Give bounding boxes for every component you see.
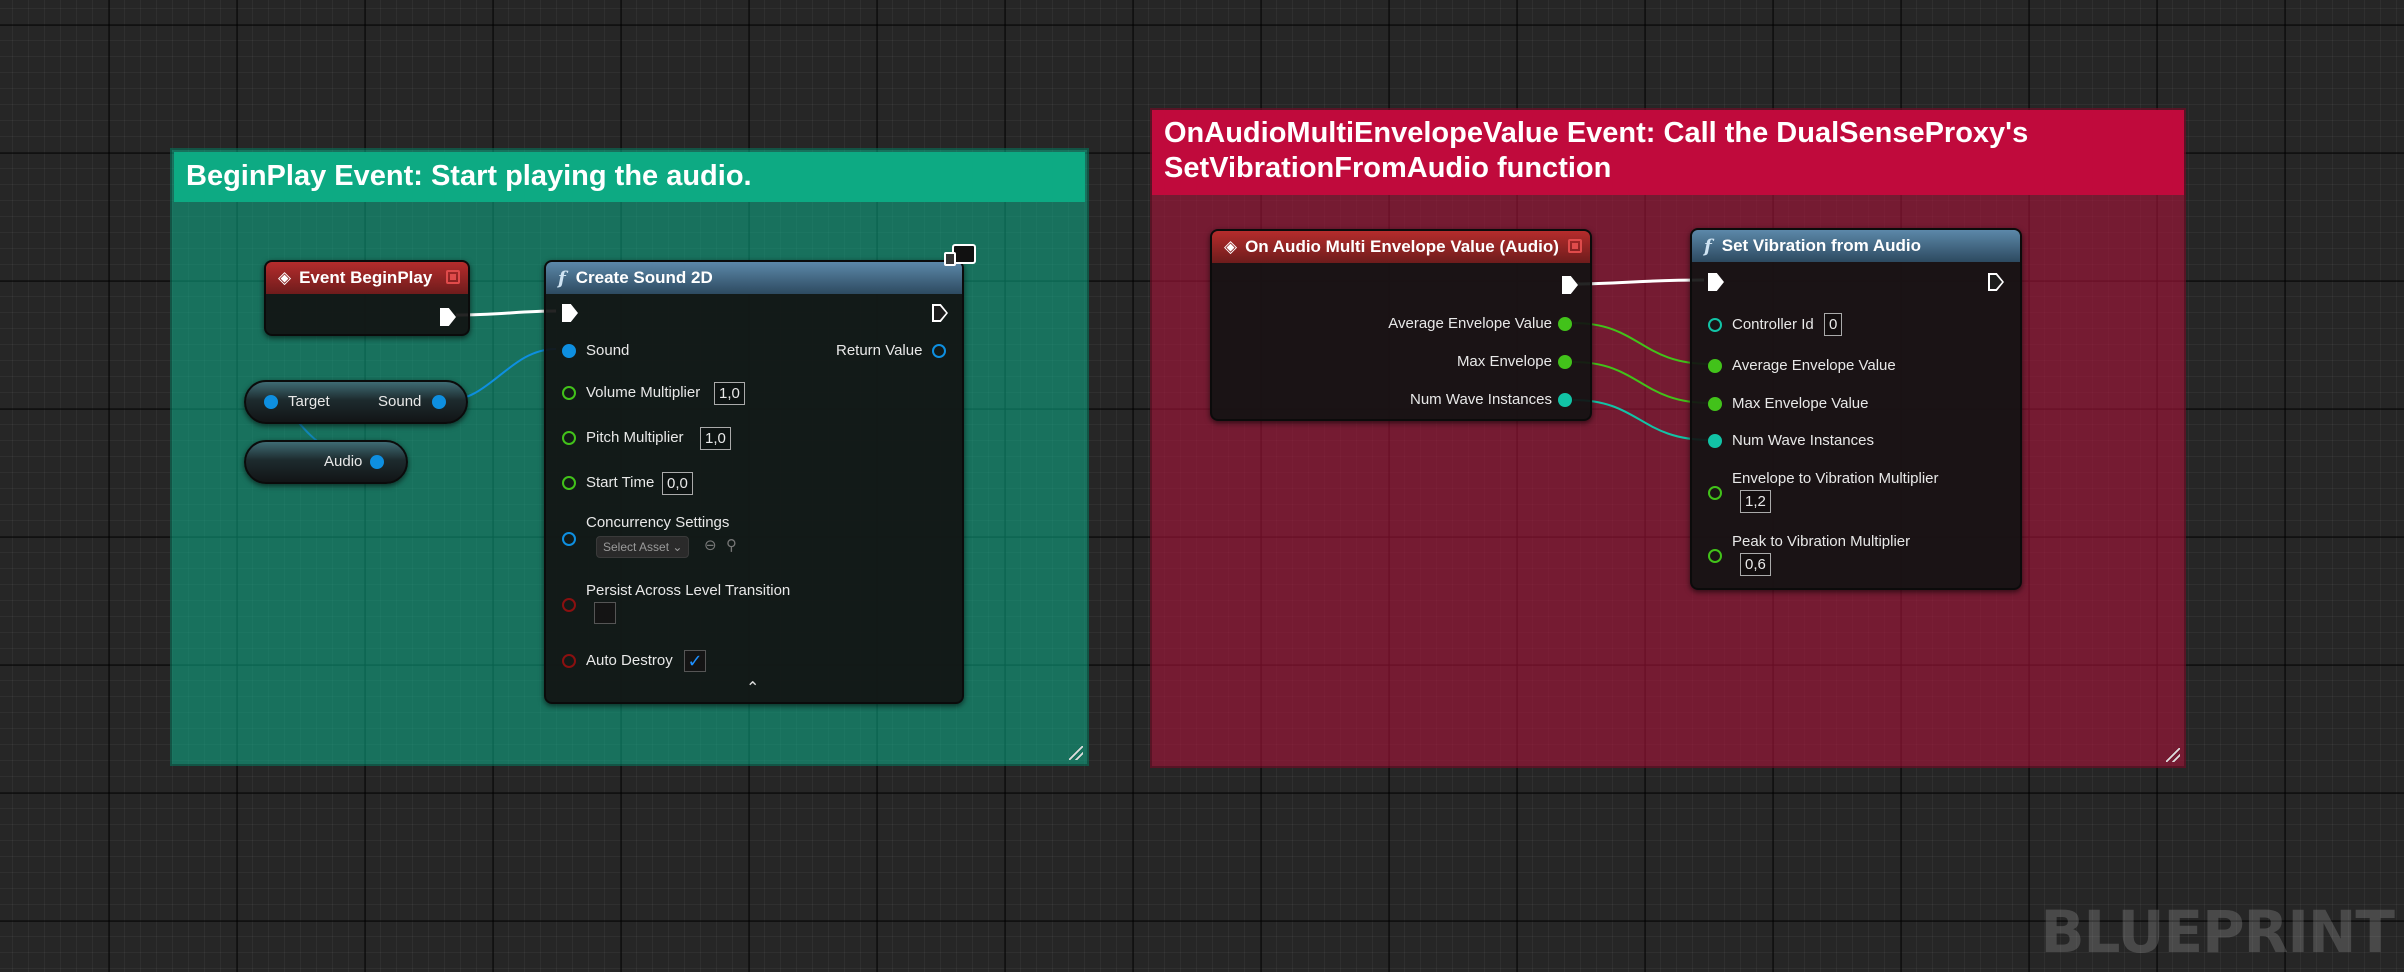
- delegate-icon[interactable]: [1568, 239, 1582, 253]
- persist-label: Persist Across Level Transition: [586, 582, 791, 599]
- num-wave-instances-pin[interactable]: [1558, 393, 1572, 407]
- average-envelope-input-label: Average Envelope Value: [1732, 357, 1896, 374]
- average-envelope-pin[interactable]: [1558, 317, 1572, 331]
- average-envelope-input-pin[interactable]: [1708, 359, 1722, 373]
- sound-input-pin[interactable]: [562, 344, 576, 358]
- node-event-begin-play[interactable]: ◈ Event BeginPlay: [264, 260, 470, 336]
- sound-label: Sound: [378, 393, 422, 410]
- event-diamond-icon: ◈: [1224, 237, 1238, 256]
- comment-title-begin-play[interactable]: BeginPlay Event: Start playing the audio…: [174, 152, 1085, 202]
- node-header[interactable]: f Create Sound 2D: [546, 262, 962, 294]
- pitch-multiplier-pin[interactable]: [562, 431, 576, 445]
- node-title: On Audio Multi Envelope Value (Audio): [1245, 237, 1559, 256]
- use-selected-asset-icon[interactable]: ⊖: [704, 536, 717, 554]
- latent-monitor-icon: [944, 242, 978, 272]
- function-icon: f: [558, 267, 566, 289]
- volume-multiplier-pin[interactable]: [562, 386, 576, 400]
- audio-label: Audio: [324, 453, 363, 470]
- peak-to-vib-field[interactable]: 0,6: [1740, 553, 1771, 576]
- start-time-field[interactable]: 0,0: [662, 472, 693, 495]
- env-to-vib-label: Envelope to Vibration Multiplier: [1732, 470, 1939, 487]
- node-title: Create Sound 2D: [575, 268, 713, 287]
- node-get-sound[interactable]: Target Sound: [244, 380, 468, 424]
- target-input-pin[interactable]: [264, 395, 278, 409]
- sound-output-pin[interactable]: [432, 395, 446, 409]
- start-time-pin[interactable]: [562, 476, 576, 490]
- function-icon: f: [1704, 235, 1712, 257]
- auto-destroy-checkbox[interactable]: ✓: [684, 650, 706, 672]
- pitch-multiplier-field[interactable]: 1,0: [700, 427, 731, 450]
- exec-output-pin[interactable]: [1988, 273, 2004, 291]
- select-asset-dropdown[interactable]: Select Asset ⌄: [596, 536, 690, 558]
- audio-output-pin[interactable]: [370, 455, 384, 469]
- node-header[interactable]: ◈ On Audio Multi Envelope Value (Audio): [1212, 231, 1590, 263]
- concurrency-settings-label: Concurrency Settings: [586, 514, 730, 531]
- target-label: Target: [288, 393, 330, 410]
- exec-output-pin[interactable]: [440, 308, 456, 326]
- average-envelope-label: Average Envelope Value: [1388, 315, 1552, 332]
- max-envelope-input-pin[interactable]: [1708, 397, 1722, 411]
- exec-output-pin[interactable]: [932, 304, 948, 322]
- controller-id-field[interactable]: 0: [1824, 313, 1843, 336]
- resize-grip-icon[interactable]: [2166, 748, 2180, 762]
- controller-id-pin[interactable]: [1708, 318, 1722, 332]
- env-to-vib-pin[interactable]: [1708, 486, 1722, 500]
- chevron-down-icon: ⌄: [672, 540, 683, 554]
- peak-to-vib-pin[interactable]: [1708, 549, 1722, 563]
- return-value-label: Return Value: [836, 342, 923, 359]
- select-asset-text: Select Asset: [603, 540, 670, 554]
- comment-title-envelope[interactable]: OnAudioMultiEnvelopeValue Event: Call th…: [1152, 110, 2184, 195]
- resize-grip-icon[interactable]: [1069, 746, 1083, 760]
- max-envelope-pin[interactable]: [1558, 355, 1572, 369]
- delegate-icon[interactable]: [446, 270, 460, 284]
- exec-output-pin[interactable]: [1562, 276, 1578, 294]
- node-title: Set Vibration from Audio: [1721, 236, 1922, 255]
- browse-asset-icon[interactable]: ⚲: [726, 536, 737, 554]
- num-wave-instances-label: Num Wave Instances: [1410, 391, 1552, 408]
- node-on-audio-multi-envelope[interactable]: ◈ On Audio Multi Envelope Value (Audio) …: [1210, 229, 1592, 421]
- comment-title-line-1: OnAudioMultiEnvelopeValue Event: Call th…: [1164, 117, 2029, 149]
- num-wave-instances-input-label: Num Wave Instances: [1732, 432, 1874, 449]
- peak-to-vib-label: Peak to Vibration Multiplier: [1732, 533, 1911, 550]
- pitch-multiplier-label: Pitch Multiplier: [586, 429, 684, 446]
- node-title: Event BeginPlay: [299, 268, 433, 287]
- max-envelope-label: Max Envelope: [1456, 353, 1552, 370]
- persist-pin[interactable]: [562, 598, 576, 612]
- comment-title-line-2: SetVibrationFromAudio function: [1164, 152, 1612, 184]
- controller-id-label: Controller Id: [1732, 316, 1814, 333]
- node-header[interactable]: ◈ Event BeginPlay: [266, 262, 468, 294]
- node-header[interactable]: f Set Vibration from Audio: [1692, 230, 2020, 262]
- exec-input-pin[interactable]: [562, 304, 578, 322]
- num-wave-instances-input-pin[interactable]: [1708, 434, 1722, 448]
- start-time-label: Start Time: [586, 474, 655, 491]
- auto-destroy-pin[interactable]: [562, 654, 576, 668]
- event-diamond-icon: ◈: [278, 268, 292, 287]
- sound-pin-label: Sound: [586, 342, 630, 359]
- persist-checkbox[interactable]: [594, 602, 616, 624]
- max-envelope-input-label: Max Envelope Value: [1732, 395, 1869, 412]
- collapse-chevron-icon[interactable]: ⌃: [746, 678, 759, 698]
- volume-multiplier-label: Volume Multiplier: [586, 384, 701, 401]
- concurrency-settings-pin[interactable]: [562, 532, 576, 546]
- node-set-vibration-from-audio[interactable]: f Set Vibration from Audio Controller Id…: [1690, 228, 2022, 590]
- node-create-sound-2d[interactable]: f Create Sound 2D Sound Return Value Vol…: [544, 260, 964, 704]
- exec-input-pin[interactable]: [1708, 273, 1724, 291]
- env-to-vib-field[interactable]: 1,2: [1740, 490, 1771, 513]
- node-get-audio[interactable]: Audio: [244, 440, 408, 484]
- auto-destroy-label: Auto Destroy: [586, 652, 673, 669]
- return-value-pin[interactable]: [932, 344, 946, 358]
- comment-box-envelope[interactable]: OnAudioMultiEnvelopeValue Event: Call th…: [1150, 108, 2186, 768]
- blueprint-watermark: BLUEPRINT: [2040, 898, 2395, 966]
- volume-multiplier-field[interactable]: 1,0: [714, 382, 745, 405]
